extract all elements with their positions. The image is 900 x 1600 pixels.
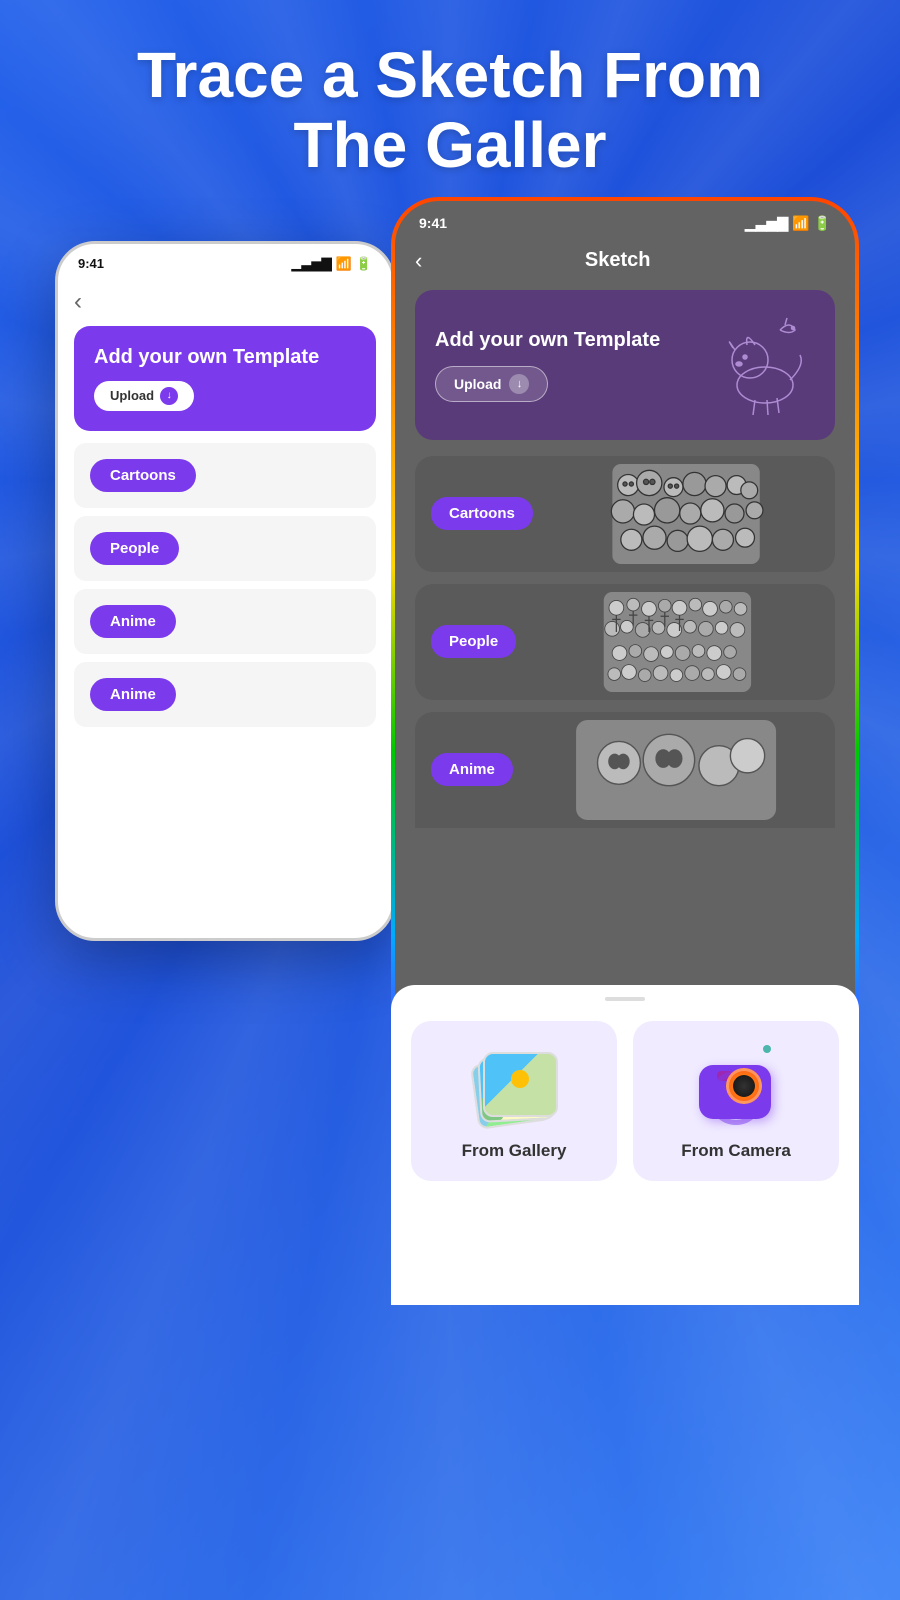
signal-icon: ▁▃▅▇ [292, 256, 332, 272]
front-download-icon: ↓ [509, 374, 529, 394]
back-upload-button[interactable]: Upload ↓ [94, 381, 194, 411]
camera-icon [691, 1045, 781, 1125]
people-sketch-svg [532, 592, 823, 692]
gallery-option-label: From Gallery [462, 1141, 567, 1161]
front-status-icons: ▁▃▅▇ 📶 🔋 [745, 215, 831, 232]
front-battery-icon: 🔋 [814, 215, 831, 232]
front-cartoons-section[interactable]: Cartoons [415, 456, 835, 572]
headline-line2: The Galler [294, 109, 607, 181]
front-anime-section[interactable]: Anime [415, 712, 835, 828]
back-anime1-pill: Anime [90, 605, 176, 638]
front-add-text: Add your own Template Upload ↓ [435, 328, 660, 402]
front-add-card: Add your own Template Upload ↓ [415, 290, 835, 440]
sheet-handle [605, 997, 645, 1001]
phones-container: 9:41 ▁▃▅▇ 📶 🔋 ‹ Add your own Template Up… [0, 201, 900, 1541]
bottom-sheet: From Gallery [395, 985, 855, 1301]
camera-lens-inner [733, 1075, 755, 1097]
front-header: ‹ Sketch [395, 240, 855, 290]
people-thumbnail [532, 592, 823, 692]
anime-sketch-svg [529, 720, 823, 820]
front-phone-inner: 9:41 ▁▃▅▇ 📶 🔋 ‹ Sketch Add your own Temp… [395, 201, 855, 1301]
back-content: Add your own Template Upload ↓ Cartoons … [58, 326, 392, 727]
gallery-option[interactable]: From Gallery [411, 1021, 617, 1181]
front-time: 9:41 [419, 215, 447, 231]
back-time: 9:41 [78, 256, 104, 271]
back-anime2-pill: Anime [90, 678, 176, 711]
front-illustration [695, 310, 815, 420]
front-upload-button[interactable]: Upload ↓ [435, 366, 548, 402]
back-button[interactable]: ‹ [58, 278, 392, 326]
camera-dot [763, 1045, 771, 1053]
gallery-photo-front [483, 1052, 558, 1117]
back-upload-label: Upload [110, 388, 154, 403]
front-add-title: Add your own Template [435, 328, 660, 352]
front-cartoons-pill: Cartoons [431, 497, 533, 530]
front-back-button[interactable]: ‹ [415, 248, 422, 274]
back-category-people[interactable]: People [74, 516, 376, 581]
front-upload-label: Upload [454, 376, 501, 392]
camera-lens [726, 1068, 762, 1104]
front-status-bar: 9:41 ▁▃▅▇ 📶 🔋 [395, 201, 855, 240]
gallery-icon [469, 1045, 559, 1125]
back-category-anime2[interactable]: Anime [74, 662, 376, 727]
front-wifi-icon: 📶 [792, 215, 809, 232]
back-category-cartoons[interactable]: Cartoons [74, 443, 376, 508]
battery-icon: 🔋 [356, 256, 372, 272]
back-cartoons-pill: Cartoons [90, 459, 196, 492]
anime-thumbnail [529, 720, 823, 820]
front-people-pill: People [431, 625, 516, 658]
back-download-icon: ↓ [160, 387, 178, 405]
wifi-icon: 📶 [336, 256, 352, 272]
front-title: Sketch [438, 249, 797, 272]
back-status-bar: 9:41 ▁▃▅▇ 📶 🔋 [58, 244, 392, 278]
front-anime-pill: Anime [431, 753, 513, 786]
cartoons-sketch-svg [549, 464, 823, 564]
camera-option-label: From Camera [681, 1141, 791, 1161]
dog-sketch-svg [695, 310, 815, 420]
sheet-options: From Gallery [411, 1021, 839, 1181]
camera-option[interactable]: From Camera [633, 1021, 839, 1181]
back-people-pill: People [90, 532, 179, 565]
headline-line1: Trace a Sketch From [137, 39, 763, 111]
back-status-icons: ▁▃▅▇ 📶 🔋 [292, 256, 372, 272]
headline: Trace a Sketch From The Galler [77, 40, 823, 181]
back-add-title: Add your own Template [94, 346, 356, 369]
back-category-anime1[interactable]: Anime [74, 589, 376, 654]
gallery-sun [511, 1070, 529, 1088]
front-phone-border: 9:41 ▁▃▅▇ 📶 🔋 ‹ Sketch Add your own Temp… [391, 197, 859, 1305]
back-phone: 9:41 ▁▃▅▇ 📶 🔋 ‹ Add your own Template Up… [55, 241, 395, 941]
back-add-card: Add your own Template Upload ↓ [74, 326, 376, 431]
front-signal-icon: ▁▃▅▇ [745, 215, 788, 232]
front-people-section[interactable]: People [415, 584, 835, 700]
cartoons-thumbnail [549, 464, 823, 564]
